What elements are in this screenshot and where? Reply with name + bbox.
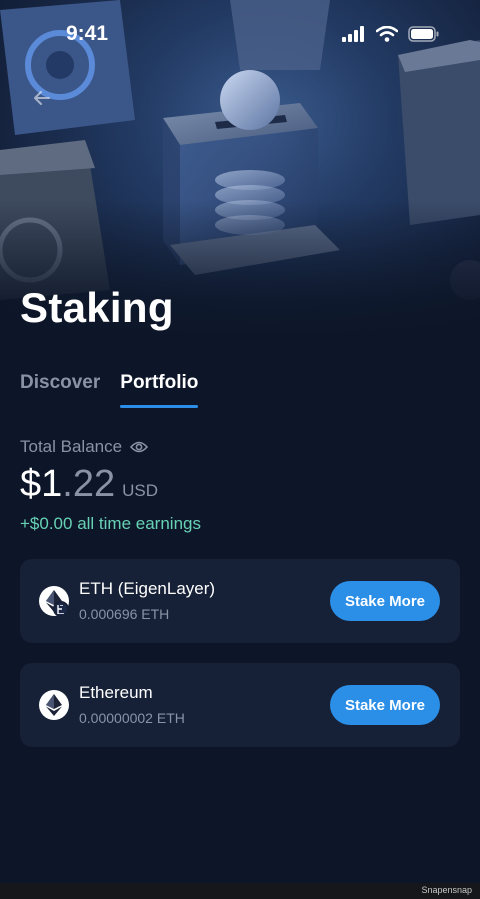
balance-currency: USD [122, 481, 159, 500]
tab-portfolio[interactable]: Portfolio [120, 370, 199, 408]
position-name: Ethereum [79, 683, 153, 702]
eigenlayer-badge-icon [53, 601, 69, 617]
wifi-icon [376, 26, 398, 42]
page-title: Staking [20, 284, 174, 331]
watermark: Snapensnap [421, 885, 472, 895]
eye-icon[interactable] [130, 440, 149, 454]
stake-more-button[interactable]: Stake More [330, 685, 440, 725]
total-balance-value: $1 .22 USD [20, 463, 158, 506]
balance-whole: $1 [20, 463, 63, 505]
total-balance-label-row: Total Balance [20, 437, 149, 457]
stake-more-button[interactable]: Stake More [330, 581, 440, 621]
bottom-bar: Snapensnap [0, 883, 480, 899]
status-time: 9:41 [66, 22, 109, 45]
position-card-ethereum[interactable]: Ethereum 0.00000002 ETH Stake More [20, 663, 460, 747]
status-icons [342, 26, 440, 42]
position-amount: 0.00000002 ETH [79, 710, 185, 726]
total-balance-label: Total Balance [20, 437, 123, 456]
tab-discover[interactable]: Discover [20, 370, 100, 408]
all-time-earnings: +$0.00 all time earnings [20, 514, 201, 533]
position-name: ETH (EigenLayer) [79, 579, 216, 598]
battery-icon [408, 26, 439, 42]
status-bar: 9:41 [0, 0, 480, 70]
back-arrow-icon[interactable] [30, 86, 54, 110]
tab-bar: Discover Portfolio [20, 370, 199, 410]
signal-icon [342, 26, 364, 42]
balance-cents: .22 [62, 463, 116, 505]
ethereum-icon [39, 690, 69, 720]
position-card-eigenlayer[interactable]: ETH (EigenLayer) 0.000696 ETH Stake More [20, 559, 460, 643]
position-amount: 0.000696 ETH [79, 606, 170, 622]
